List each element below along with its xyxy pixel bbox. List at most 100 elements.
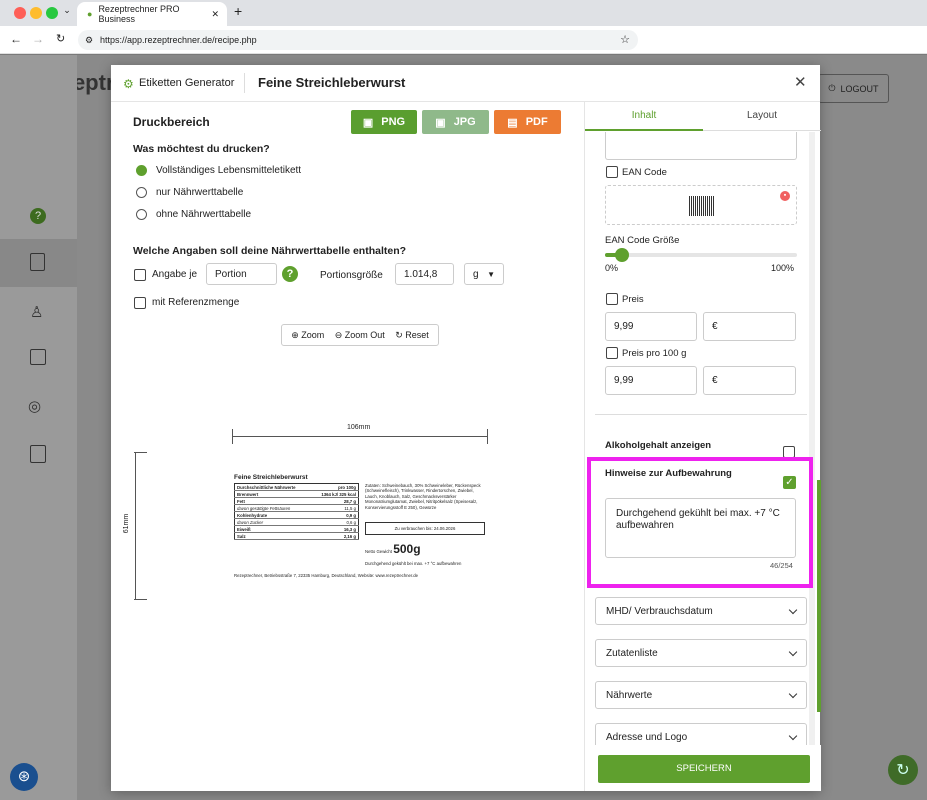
checkbox-reference[interactable] bbox=[134, 297, 146, 309]
ean-code-label: EAN Code bbox=[622, 167, 667, 178]
char-counter: 46/254 bbox=[770, 561, 793, 570]
export-pdf-button[interactable]: ▤ PDF bbox=[494, 110, 561, 134]
minimize-window-button[interactable] bbox=[30, 7, 42, 19]
checkbox-angabe-je[interactable] bbox=[134, 269, 146, 281]
zoom-out-button[interactable]: ⊖ Zoom Out bbox=[335, 330, 385, 341]
option-full-label: Vollständiges Lebensmitteletikett bbox=[156, 165, 302, 176]
zoom-in-button[interactable]: ⊕ Zoom bbox=[291, 330, 324, 341]
reload-icon[interactable]: ↻ bbox=[56, 32, 65, 45]
nt-header: Durchschnittliche Nährwerte bbox=[234, 483, 311, 491]
nt-cell: 0,9 g bbox=[310, 511, 359, 519]
back-icon[interactable]: ← bbox=[10, 32, 22, 46]
generator-label: Etiketten Generator bbox=[139, 77, 235, 89]
export-png-button[interactable]: ▣ PNG bbox=[351, 110, 417, 134]
fingerprint-icon[interactable]: ⊛ bbox=[10, 763, 38, 791]
chevron-down-icon bbox=[788, 605, 798, 615]
url-field[interactable]: ⚙ https://app.rezeptrechner.de/recipe.ph… bbox=[78, 30, 638, 50]
nt-cell: davon gesättigte Fettsäuren bbox=[234, 504, 311, 512]
image-icon: ▣ bbox=[435, 116, 446, 129]
browser-tab[interactable]: ● Rezeptrechner PRO Business ✕ bbox=[77, 2, 227, 26]
section-nutrition[interactable]: Nährwerte bbox=[595, 681, 807, 709]
site-settings-icon[interactable]: ⚙ bbox=[85, 30, 93, 50]
apple-favicon-icon: ● bbox=[87, 9, 93, 19]
unit-select[interactable]: g ▼ bbox=[464, 263, 504, 285]
alcohol-label: Alkoholgehalt anzeigen bbox=[605, 440, 712, 451]
forward-icon[interactable]: → bbox=[32, 32, 44, 46]
radio-full-label[interactable] bbox=[136, 165, 147, 176]
recipe-icon bbox=[30, 253, 45, 271]
scrollbar-track[interactable] bbox=[809, 132, 815, 777]
zoom-toolbar: ⊕ Zoom ⊖ Zoom Out ↻ Reset bbox=[281, 324, 439, 346]
label-mhd: Zu verbrauchen bis: 24.06.2026 bbox=[365, 522, 485, 535]
logout-button[interactable]: ⏻ LOGOUT bbox=[818, 74, 889, 103]
checkbox-price[interactable] bbox=[606, 293, 618, 305]
checkbox-price-100g[interactable] bbox=[606, 347, 618, 359]
portion-input[interactable]: Portion bbox=[206, 263, 277, 285]
tab-layout[interactable]: Layout bbox=[703, 102, 821, 131]
dim-tick bbox=[232, 429, 233, 444]
refresh-fab[interactable]: ↻ bbox=[888, 755, 918, 785]
currency-select[interactable]: € bbox=[703, 312, 796, 341]
nt-cell: 0,6 g bbox=[310, 518, 359, 526]
maximize-window-button[interactable] bbox=[46, 7, 58, 19]
reset-button[interactable]: ↻ Reset bbox=[395, 330, 429, 341]
clipboard-new-icon[interactable] bbox=[30, 445, 46, 463]
option-without-nutrition: ohne Nährwerttabelle bbox=[156, 209, 252, 220]
divider bbox=[595, 414, 807, 415]
label-storage: Durchgehend gekühlt bei max. +7 °C aufbe… bbox=[365, 561, 462, 566]
bookmark-star-icon[interactable]: ☆ bbox=[620, 30, 630, 50]
print-area-heading: Druckbereich bbox=[133, 115, 210, 129]
ean-size-label: EAN Code Größe bbox=[605, 235, 680, 246]
close-modal-icon[interactable]: ✕ bbox=[794, 73, 807, 91]
storage-textarea[interactable]: Durchgehend gekühlt bei max. +7 °C aufbe… bbox=[605, 498, 796, 558]
checkbox-storage-checked[interactable]: ✓ bbox=[783, 476, 796, 489]
new-tab-button[interactable]: + bbox=[234, 3, 242, 19]
section-ingredients[interactable]: Zutatenliste bbox=[595, 639, 807, 667]
width-dimension-label: 106mm bbox=[347, 424, 371, 431]
label-preview: Feine Streichleberwurst Durchschnittlich… bbox=[232, 472, 488, 592]
power-icon: ⏻ bbox=[828, 83, 836, 93]
settings-panel: Inhalt Layout EAN Code ▪ EAN Code Größe … bbox=[584, 102, 821, 791]
close-tab-icon[interactable]: ✕ bbox=[211, 9, 219, 20]
nt-cell: 1364 kJ/ 325 kcal bbox=[310, 490, 359, 498]
price-100g-input[interactable]: 9,99 bbox=[605, 366, 697, 395]
ean-size-slider[interactable] bbox=[605, 248, 797, 262]
plate-icon[interactable]: ◎ bbox=[28, 397, 41, 415]
save-button[interactable]: SPEICHERN bbox=[598, 755, 810, 783]
text-field-top[interactable] bbox=[605, 132, 797, 160]
help-icon[interactable]: ? bbox=[30, 208, 46, 224]
nt-cell: Eiweiß bbox=[234, 525, 311, 533]
portion-size-input[interactable]: 1.014,8 bbox=[395, 263, 454, 285]
section-mhd[interactable]: MHD/ Verbrauchsdatum bbox=[595, 597, 807, 625]
delete-icon[interactable]: ▪ bbox=[780, 191, 790, 201]
radio-nutrition-only[interactable] bbox=[136, 187, 147, 198]
label-generator-modal: ⚙ Etiketten Generator Feine Streichleber… bbox=[111, 65, 821, 791]
slider-thumb[interactable] bbox=[615, 248, 630, 262]
nt-cell: 11,5 g bbox=[310, 504, 359, 512]
nutrition-table: Durchschnittliche Nährwerte pro 100g Bren… bbox=[234, 483, 359, 540]
tab-list-icon[interactable]: ⌄ bbox=[60, 5, 74, 19]
option-nutrition-only: nur Nährwerttabelle bbox=[156, 187, 244, 198]
sidebar-item-recipes[interactable] bbox=[0, 239, 77, 287]
help-icon[interactable]: ? bbox=[282, 266, 298, 282]
chevron-down-icon bbox=[788, 731, 798, 741]
nt-cell: 16,3 g bbox=[310, 525, 359, 533]
height-dimension-label: 61mm bbox=[123, 513, 131, 534]
nt-cell: 2,16 g bbox=[310, 532, 359, 540]
nt-cell: 28,7 g bbox=[310, 497, 359, 505]
label-title: Feine Streichleberwurst bbox=[234, 474, 308, 481]
tab-content[interactable]: Inhalt bbox=[585, 102, 703, 131]
scrollbar-thumb[interactable] bbox=[817, 480, 821, 712]
price-input[interactable]: 9,99 bbox=[605, 312, 697, 341]
dim-tick bbox=[487, 429, 488, 444]
currency-100g-select[interactable]: € bbox=[703, 366, 796, 395]
list-icon[interactable] bbox=[30, 349, 46, 365]
label-ingredients: Zutaten: Schweinebauch, 30% Schweinelebe… bbox=[365, 483, 481, 510]
export-jpg-button[interactable]: ▣ JPG bbox=[422, 110, 489, 134]
radio-without-nutrition[interactable] bbox=[136, 209, 147, 220]
close-window-button[interactable] bbox=[14, 7, 26, 19]
nt-header: pro 100g bbox=[310, 483, 359, 491]
user-icon[interactable]: ♙ bbox=[30, 303, 43, 321]
checkbox-ean-code[interactable] bbox=[606, 166, 618, 178]
chevron-down-icon bbox=[788, 689, 798, 699]
